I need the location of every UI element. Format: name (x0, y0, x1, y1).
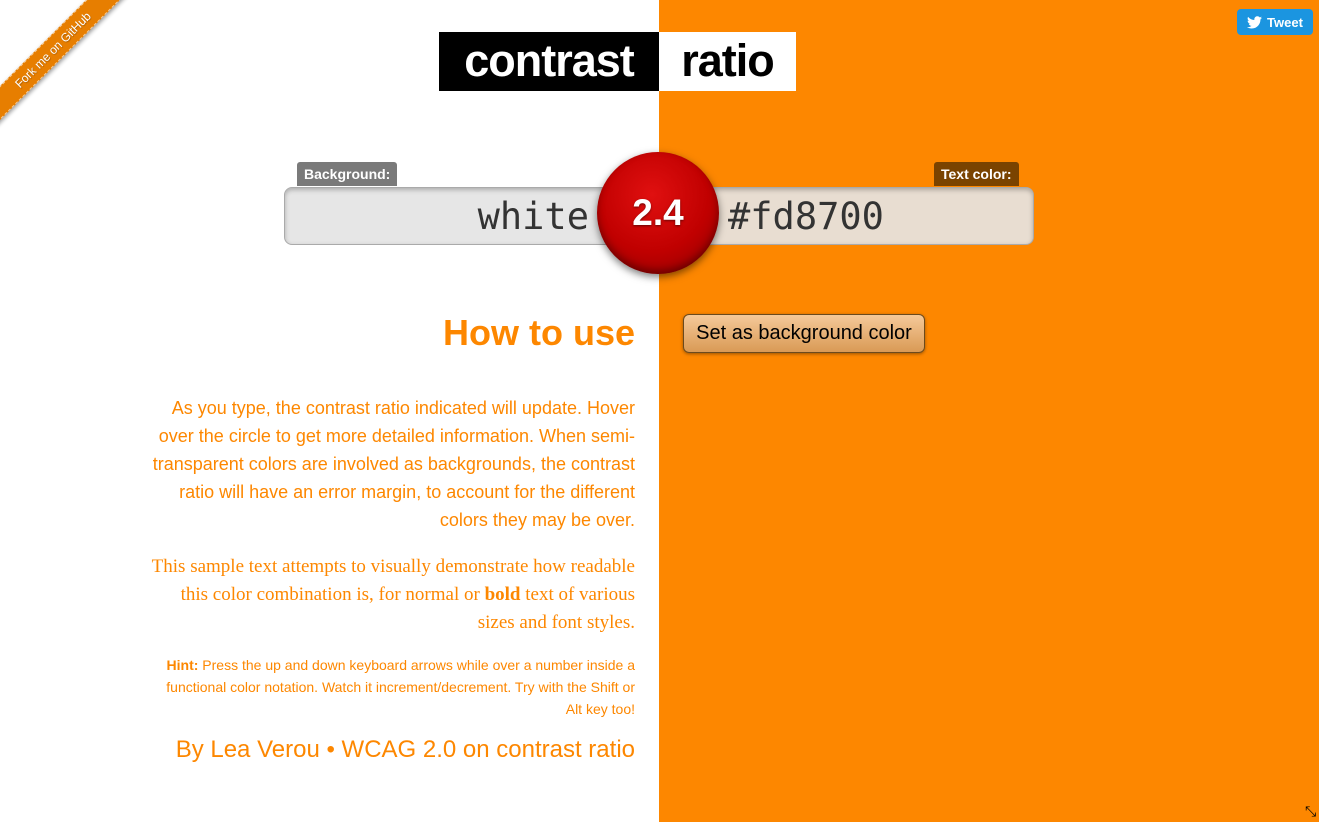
background-input-value[interactable]: white (478, 195, 589, 238)
sample-text: This sample text attempts to visually de… (150, 553, 635, 637)
hint-body: Press the up and down keyboard arrows wh… (166, 657, 635, 717)
twitter-bird-icon (1247, 15, 1263, 28)
author-link[interactable]: By Lea Verou (176, 736, 320, 763)
tweet-button[interactable]: Tweet (1237, 9, 1313, 35)
title-ratio: ratio (659, 32, 796, 91)
background-label: Background: (297, 162, 398, 186)
byline: By Lea Verou • WCAG 2.0 on contrast rati… (150, 736, 635, 764)
set-as-background-button[interactable]: Set as background color (683, 314, 925, 353)
byline-separator: • (319, 736, 342, 763)
wcag-link[interactable]: WCAG 2.0 on contrast ratio (342, 736, 635, 763)
sample-text-bold: bold (484, 584, 521, 605)
hint-text: Hint: Press the up and down keyboard arr… (150, 654, 635, 720)
github-ribbon-label[interactable]: Fork me on GitHub (0, 0, 136, 133)
github-ribbon[interactable]: Fork me on GitHub (0, 0, 140, 140)
title-contrast: contrast (439, 32, 659, 91)
text-color-preview-panel (659, 0, 1319, 822)
page-title: contrast ratio (439, 32, 796, 91)
how-to-paragraph: As you type, the contrast ratio indicate… (152, 398, 635, 530)
hint-label: Hint: (166, 657, 199, 673)
contrast-ratio-circle[interactable]: 2.4 (597, 152, 719, 274)
tweet-label: Tweet (1267, 14, 1303, 30)
contrast-ratio-value: 2.4 (632, 192, 684, 233)
resize-handle-icon[interactable]: ⤡ (1305, 803, 1316, 820)
text-color-label: Text color: (934, 162, 1019, 186)
how-to-heading: How to use (442, 312, 635, 353)
text-color-input-value[interactable]: #fd8700 (728, 195, 884, 238)
